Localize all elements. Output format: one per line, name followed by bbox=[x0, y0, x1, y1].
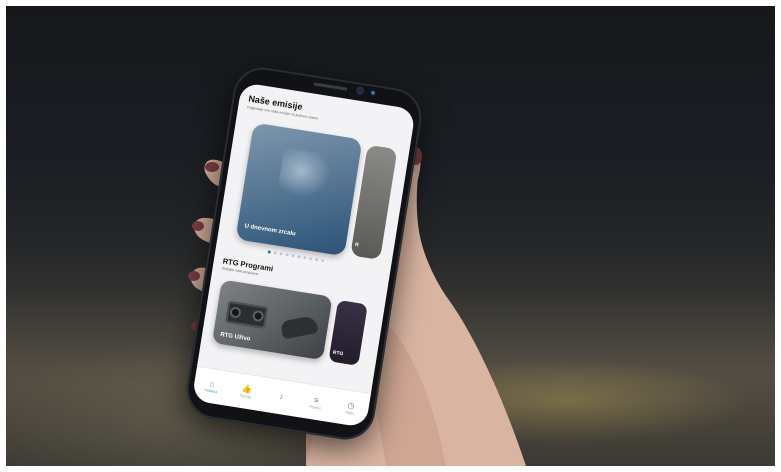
tab-label: Nešto bbox=[345, 409, 355, 416]
tab-label: Popular bbox=[239, 393, 253, 400]
tab-početna[interactable]: ⌂ Početna bbox=[196, 377, 228, 395]
home-icon: ⌂ bbox=[209, 378, 216, 389]
carousel-dot[interactable] bbox=[291, 254, 295, 258]
boombox-speaker bbox=[251, 309, 265, 323]
carousel-dot[interactable] bbox=[273, 251, 277, 255]
featured-show-card[interactable]: U dnevnom zrcalu bbox=[235, 122, 363, 257]
playlist-icon: ≡ bbox=[313, 394, 320, 405]
bottom-tab-bar: ⌂ Početna 👍 Popular ♪ ≡ Playlist ◷ Nešto bbox=[191, 365, 371, 428]
carousel-dot[interactable] bbox=[303, 255, 307, 260]
carousel-dot[interactable] bbox=[279, 252, 283, 256]
carousel-dot[interactable] bbox=[267, 250, 272, 254]
carousel-dot[interactable] bbox=[297, 255, 301, 259]
live-program-card[interactable]: RTG Uživo bbox=[211, 279, 333, 361]
tab-playlist[interactable]: ≡ Playlist bbox=[300, 394, 332, 412]
front-camera bbox=[356, 87, 364, 95]
proximity-sensor bbox=[370, 90, 376, 96]
boombox-artwork bbox=[225, 300, 269, 329]
card-artwork bbox=[277, 147, 334, 201]
tab-nešto[interactable]: ◷ Nešto bbox=[335, 399, 367, 417]
carousel-dot[interactable] bbox=[320, 258, 325, 263]
tab-label: Početna bbox=[204, 387, 218, 394]
tab-popular[interactable]: 👍 Popular bbox=[231, 383, 263, 401]
carousel-dot[interactable] bbox=[309, 256, 313, 261]
boombox-speaker bbox=[229, 306, 242, 319]
program-card-title: RTG Uživo bbox=[219, 331, 251, 343]
tab-label: Playlist bbox=[309, 404, 322, 410]
next-card-title: R bbox=[354, 241, 360, 249]
clock-icon: ◷ bbox=[347, 400, 356, 411]
carousel-dot[interactable] bbox=[314, 257, 319, 262]
tab-music[interactable]: ♪ bbox=[266, 390, 297, 404]
carousel-dots bbox=[267, 250, 325, 263]
speaker-grille bbox=[313, 82, 348, 91]
carousel-dot[interactable] bbox=[285, 253, 289, 257]
next-program-card[interactable]: RTG bbox=[328, 299, 368, 366]
music-note-icon: ♪ bbox=[278, 391, 285, 401]
featured-card-title: U dnevnom zrcalu bbox=[244, 223, 297, 238]
shoe-artwork bbox=[280, 314, 319, 340]
thumbs-up-icon: 👍 bbox=[241, 383, 253, 394]
next-program-title: RTG bbox=[332, 349, 344, 358]
photo-scene: Naše emisije Pogledajte sve naše emisije… bbox=[6, 6, 775, 466]
